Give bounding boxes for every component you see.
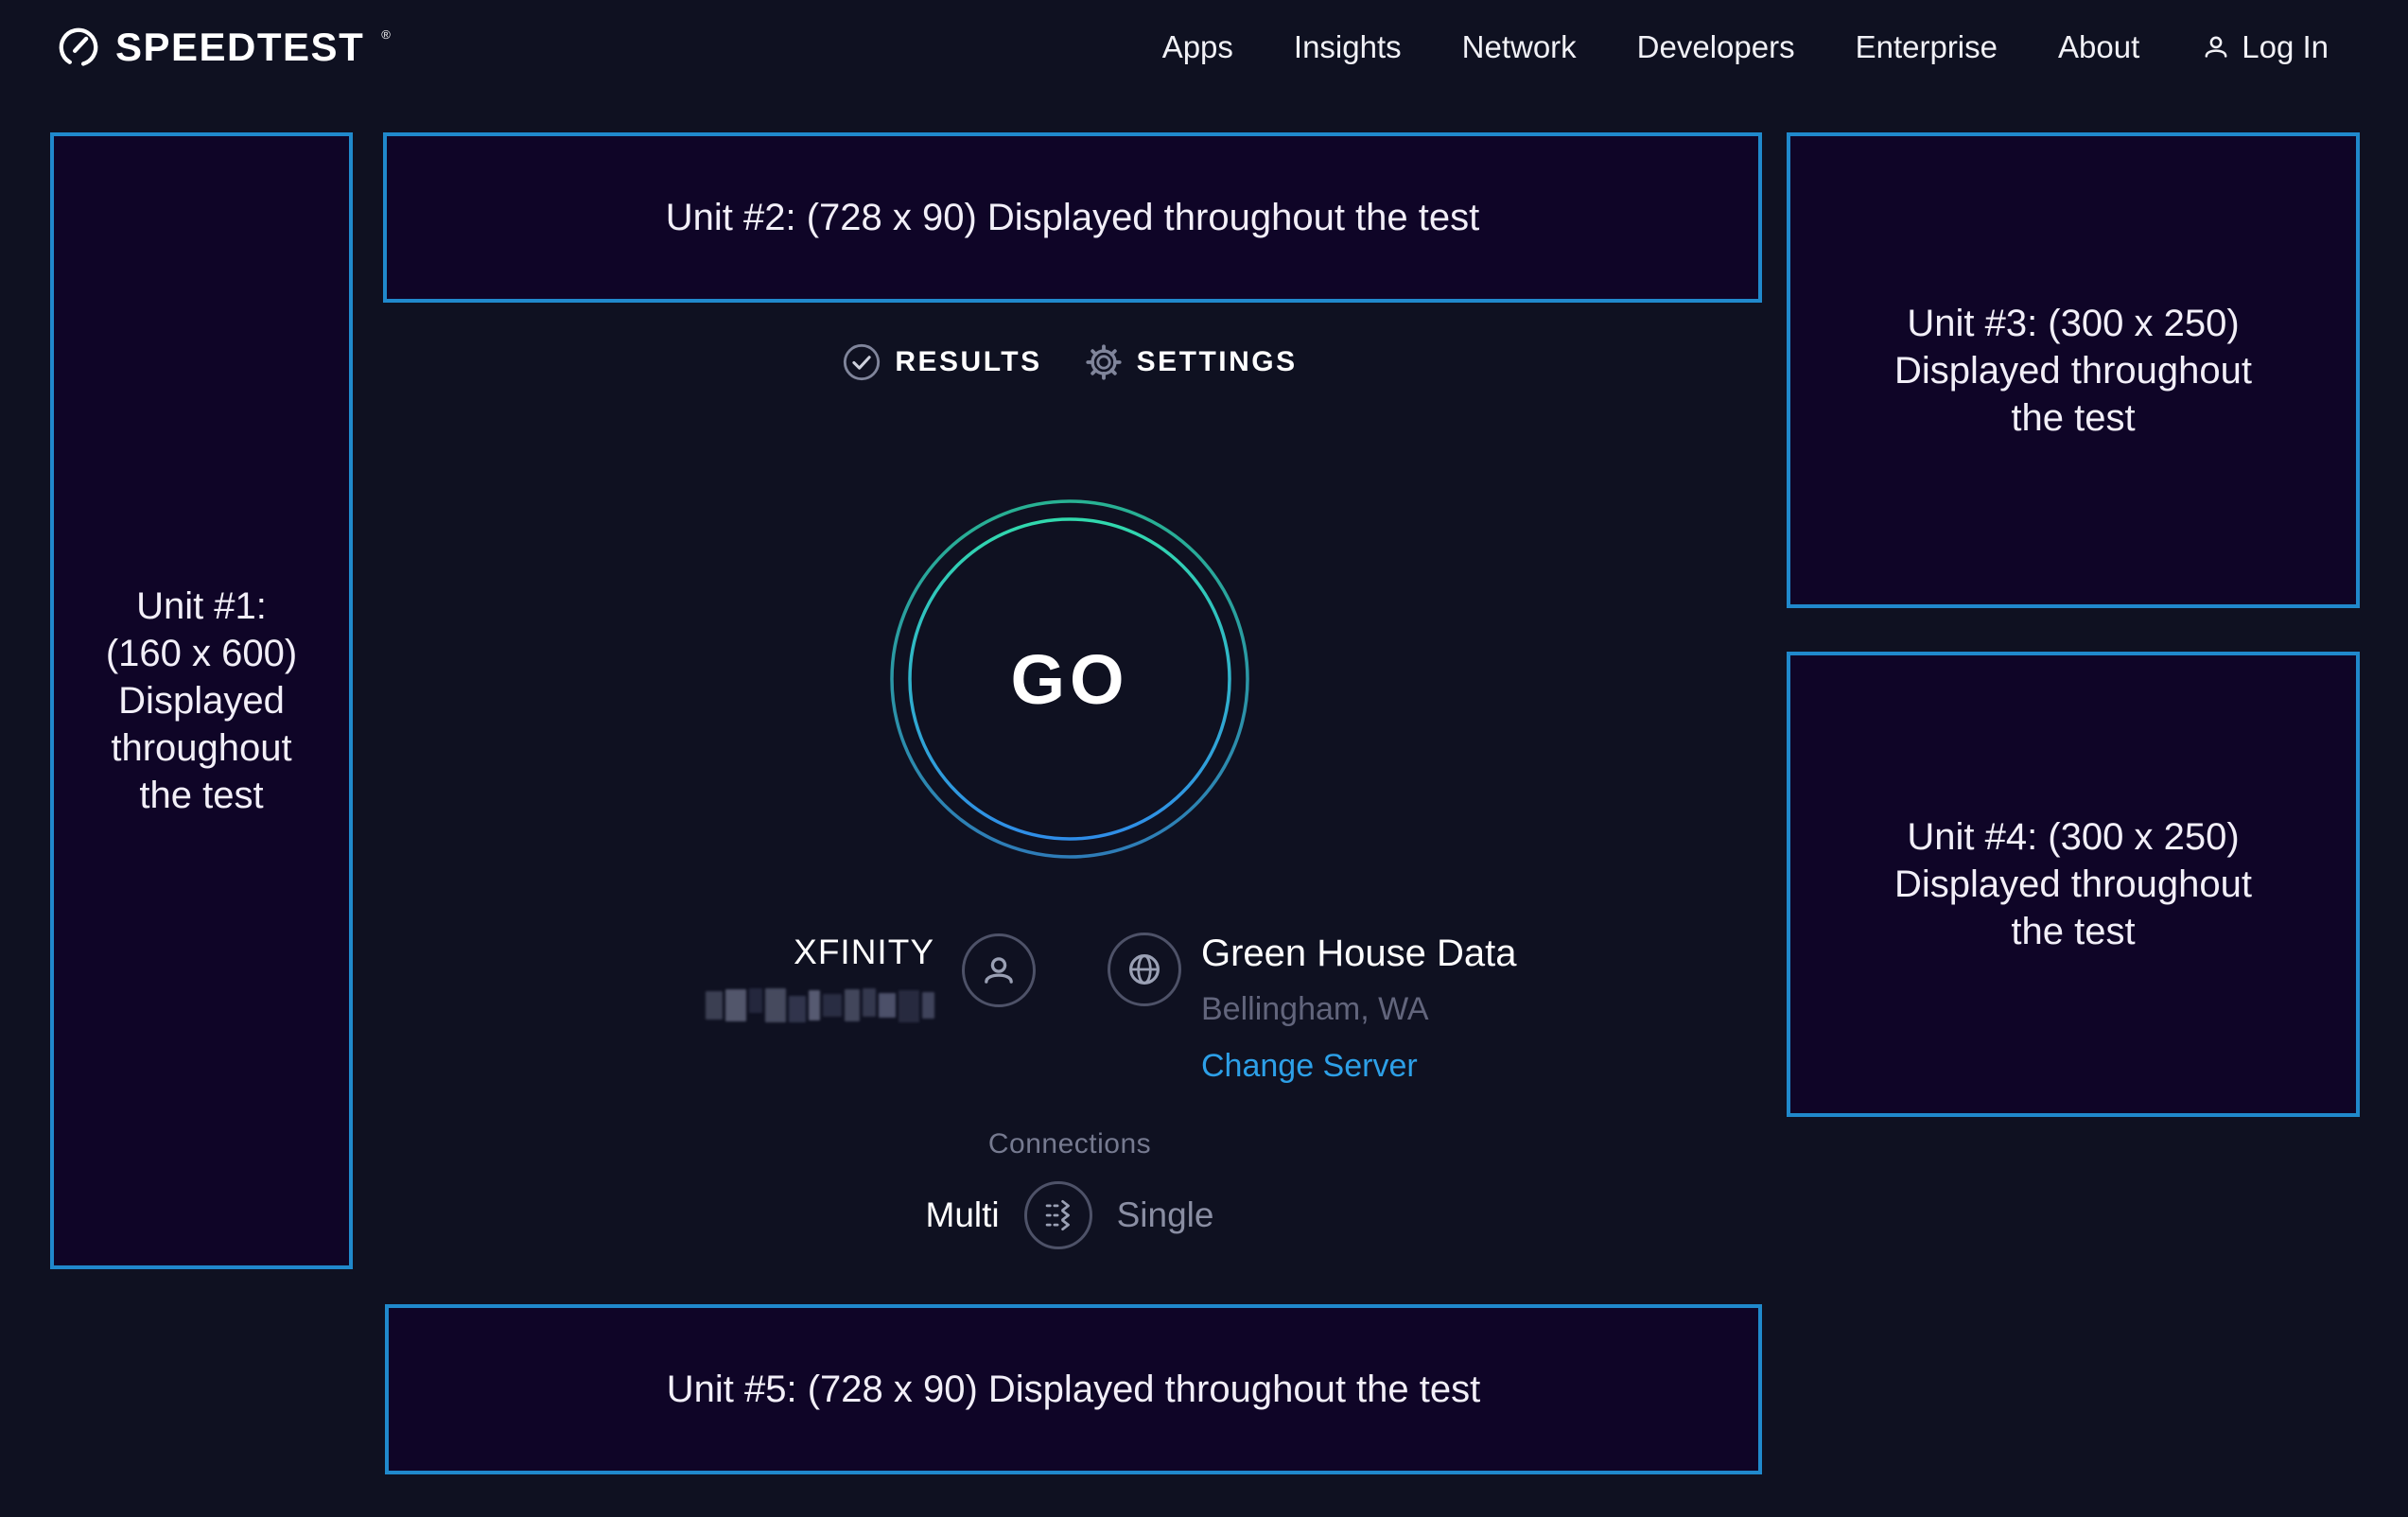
main-content: RESULTS (353, 0, 1787, 1517)
ad-unit-4-text: Unit #4: (300 x 250) Displayed throughou… (1894, 813, 2252, 955)
server-globe-icon (1108, 933, 1181, 1006)
ad-text-line: Displayed throughout (1894, 861, 2252, 908)
go-button[interactable]: GO (885, 495, 1254, 863)
nav-item-about[interactable]: About (2058, 29, 2139, 65)
provider-server-row: XFINITY (353, 922, 1787, 1102)
ad-text-line: Unit #4: (300 x 250) (1894, 813, 2252, 861)
ad-text-line: Unit #3: (300 x 250) (1894, 300, 2252, 347)
go-label: GO (885, 495, 1254, 863)
speedtest-page: SPEEDTEST ® Apps Insights Network Develo… (0, 0, 2408, 1517)
ad-text-line: the test (1894, 394, 2252, 442)
isp-block: XFINITY (353, 932, 934, 1022)
tab-settings-label: SETTINGS (1137, 346, 1298, 378)
ad-unit-4[interactable]: Unit #4: (300 x 250) Displayed throughou… (1787, 652, 2360, 1117)
ad-text-line: Unit #1: (106, 583, 297, 630)
logo[interactable]: SPEEDTEST ® (57, 25, 391, 70)
ad-unit-3[interactable]: Unit #3: (300 x 250) Displayed throughou… (1787, 132, 2360, 608)
ad-text-line: Displayed throughout (1894, 347, 2252, 394)
ad-text-line: (160 x 600) (106, 630, 297, 677)
tab-settings[interactable]: SETTINGS (1084, 342, 1298, 382)
connections-toggle-row: Multi Single (353, 1181, 1787, 1249)
connection-mode-multi[interactable]: Multi (926, 1195, 1000, 1235)
multi-connection-icon (1027, 1181, 1090, 1249)
ad-text-line: throughout (106, 724, 297, 772)
gear-icon (1084, 342, 1124, 382)
ad-unit-1[interactable]: Unit #1: (160 x 600) Displayed throughou… (50, 132, 353, 1269)
ad-text-line: Displayed (106, 677, 297, 724)
server-location: Bellingham, WA (1201, 990, 1517, 1028)
nav-item-enterprise[interactable]: Enterprise (1856, 29, 1998, 65)
tab-bar: RESULTS (353, 342, 1787, 382)
tab-results-label: RESULTS (895, 346, 1041, 378)
login-label: Log In (2242, 29, 2329, 65)
change-server-link[interactable]: Change Server (1201, 1047, 1418, 1085)
ad-text-line: the test (106, 772, 297, 819)
ad-unit-3-text: Unit #3: (300 x 250) Displayed throughou… (1894, 300, 2252, 442)
ip-address-redacted (353, 988, 934, 1022)
ad-text-line: the test (1894, 908, 2252, 955)
server-block: Green House Data Bellingham, WA Change S… (1201, 932, 1517, 1085)
isp-user-icon (962, 933, 1036, 1007)
check-circle-icon (842, 342, 881, 382)
connections-label: Connections (353, 1128, 1787, 1160)
isp-name: XFINITY (353, 932, 934, 973)
login-button[interactable]: Log In (2200, 29, 2329, 65)
server-name: Green House Data (1201, 932, 1517, 975)
connections-section: Connections Multi Sin (353, 1128, 1787, 1249)
user-icon (2200, 31, 2232, 63)
tab-results[interactable]: RESULTS (842, 342, 1041, 382)
connection-mode-single[interactable]: Single (1117, 1195, 1214, 1235)
connection-toggle[interactable] (1024, 1181, 1092, 1249)
logo-wordmark: SPEEDTEST (115, 25, 364, 70)
speedometer-icon (57, 26, 100, 69)
ad-unit-1-text: Unit #1: (160 x 600) Displayed throughou… (106, 583, 297, 819)
